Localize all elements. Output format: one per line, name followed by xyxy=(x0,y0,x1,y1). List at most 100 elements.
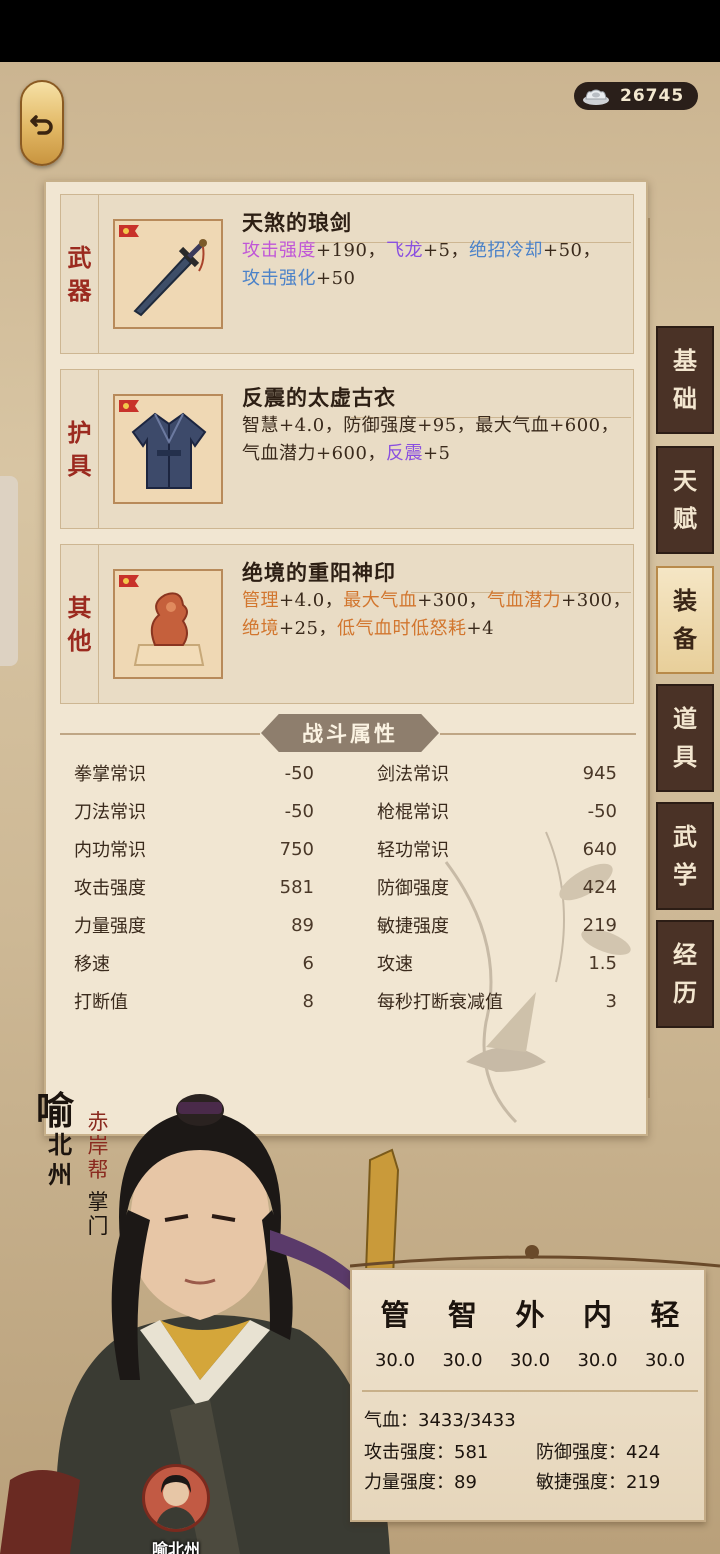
tab-martial-arts[interactable]: 武学 xyxy=(656,802,714,910)
sword-icon xyxy=(133,239,207,317)
battle-stat: 敏捷强度 219 xyxy=(377,906,617,944)
tab-char: 道 xyxy=(673,704,697,733)
battle-stat: 刀法常识 -50 xyxy=(74,792,314,830)
attr-values: 30.0 30.0 30.0 30.0 30.0 xyxy=(364,1350,696,1371)
equip-row-weapon[interactable]: 武 器 天煞的琅剑 攻击强度+190，飞龙+5，绝招冷却+50， 攻击强化+50 xyxy=(60,194,634,354)
stat-value: 640 xyxy=(582,838,617,860)
tab-history[interactable]: 经历 xyxy=(656,920,714,1028)
battle-section-header: 战斗属性 xyxy=(46,714,650,754)
stat-text: 绝招冷却 xyxy=(469,240,543,261)
equip-row-other[interactable]: 其 他 绝境的重阳神印 管理+4.0，最大气血+300，气血潜力+300，绝境+… xyxy=(60,544,634,704)
stat-value: 750 xyxy=(279,838,314,860)
weapon-slot[interactable] xyxy=(113,219,223,329)
tab-char: 装 xyxy=(673,586,697,615)
attr-header: 外 xyxy=(515,1298,545,1332)
stat-label: 攻速 xyxy=(377,954,413,975)
def-label: 防御强度： xyxy=(536,1442,626,1463)
stat-label: 打断值 xyxy=(74,992,128,1013)
equipment-panel: 武 器 天煞的琅剑 攻击强度+190，飞龙+5，绝招冷却+50， 攻击强化+50 … xyxy=(44,180,648,1136)
agi-label: 敏捷强度： xyxy=(536,1472,626,1493)
str-value: 89 xyxy=(454,1472,477,1493)
avatar-name-label: 喻北州 xyxy=(151,1540,200,1554)
equip-type-char: 器 xyxy=(67,276,92,305)
stat-text: +190， xyxy=(316,240,386,261)
avatar-face-icon xyxy=(155,1475,197,1529)
stat-label: 移速 xyxy=(74,954,110,975)
tab-char: 学 xyxy=(673,860,697,889)
divider xyxy=(440,733,636,735)
side-drawer-handle[interactable] xyxy=(0,476,18,666)
stat-text: 低气血时低怒耗 xyxy=(337,618,467,639)
tab-char: 备 xyxy=(673,624,697,653)
armor-slot[interactable] xyxy=(113,394,223,504)
stat-text: 气血潜力 xyxy=(487,590,562,611)
battle-stat: 移速 6 xyxy=(74,944,314,982)
stat-label: 枪棍常识 xyxy=(377,802,449,823)
atk-value: 581 xyxy=(454,1442,489,1463)
attr-value: 30.0 xyxy=(644,1350,686,1371)
hp-label: 气血： xyxy=(364,1410,418,1431)
tab-char: 历 xyxy=(673,978,697,1007)
tab-char: 经 xyxy=(673,940,697,969)
silver-currency: 26745 xyxy=(574,82,698,110)
hp-value: 3433/3433 xyxy=(418,1410,516,1431)
equip-type-char: 他 xyxy=(67,626,92,655)
agi-value: 219 xyxy=(626,1472,661,1493)
character-sect: 赤岸帮 xyxy=(87,1110,109,1182)
hp-line: 气血：3433/3433 xyxy=(364,1406,516,1432)
stat-text: +300， xyxy=(561,590,632,611)
stat-text: +5， xyxy=(422,240,469,261)
battle-stat: 每秒打断衰减值 3 xyxy=(377,982,617,1020)
stat-label: 轻功常识 xyxy=(377,840,449,861)
stat-text: +50 xyxy=(316,268,356,289)
attr-value: 30.0 xyxy=(509,1350,551,1371)
stat-text: +300， xyxy=(417,590,488,611)
battle-stat: 内功常识 750 xyxy=(74,830,314,868)
equip-type-char: 其 xyxy=(67,593,92,622)
equip-type-char: 具 xyxy=(67,451,92,480)
character-avatar[interactable] xyxy=(142,1464,210,1532)
battle-stat: 打断值 8 xyxy=(74,982,314,1020)
stat-value: -50 xyxy=(284,762,314,784)
battle-stat: 力量强度 89 xyxy=(74,906,314,944)
stat-label: 刀法常识 xyxy=(74,802,146,823)
tab-basic[interactable]: 基础 xyxy=(656,326,714,434)
stat-value: 581 xyxy=(279,876,314,898)
stat-label: 拳掌常识 xyxy=(74,764,146,785)
str-label: 力量强度： xyxy=(364,1472,454,1493)
stat-value: 89 xyxy=(291,914,314,936)
stat-text: 攻击强度 xyxy=(242,240,316,261)
stat-value: 219 xyxy=(582,914,617,936)
tab-equipment[interactable]: 装备 xyxy=(656,566,714,674)
stat-value: 424 xyxy=(582,876,617,898)
stat-value: -50 xyxy=(587,800,617,822)
stat-label: 力量强度 xyxy=(74,916,146,937)
battle-stat: 拳掌常识 -50 xyxy=(74,754,314,792)
tab-char: 具 xyxy=(673,742,697,771)
stat-text: 绝境 xyxy=(242,618,279,639)
battle-stat: 轻功常识 640 xyxy=(377,830,617,868)
stat-label: 剑法常识 xyxy=(377,764,449,785)
tab-items[interactable]: 道具 xyxy=(656,684,714,792)
stat-text: +5 xyxy=(422,443,451,464)
stat-value: 3 xyxy=(605,990,617,1012)
battle-stat: 攻击强度 581 xyxy=(74,868,314,906)
tab-char: 天 xyxy=(673,466,697,495)
accessory-slot[interactable] xyxy=(113,569,223,679)
stat-text: 反震 xyxy=(385,443,423,464)
stat-label: 防御强度 xyxy=(377,878,449,899)
character-surname: 喻 xyxy=(36,1088,75,1133)
equip-row-armor[interactable]: 护 具 反震的太虚古衣 智慧+4.0，防御强度+95，最大气血+600，气血潜力… xyxy=(60,369,634,529)
battle-stat: 防御强度 424 xyxy=(377,868,617,906)
stat-text: 管理 xyxy=(242,590,279,611)
character-given-name: 北州 xyxy=(48,1130,72,1189)
robe-icon xyxy=(131,412,207,489)
tab-char: 武 xyxy=(673,822,697,851)
tab-talent[interactable]: 天赋 xyxy=(656,446,714,554)
stat-text: +4 xyxy=(466,618,495,639)
stat-value: 8 xyxy=(302,990,314,1012)
back-arrow-icon xyxy=(30,115,53,135)
back-button[interactable] xyxy=(20,80,64,166)
atk-label: 攻击强度： xyxy=(364,1442,454,1463)
stat-value: 1.5 xyxy=(588,952,617,974)
